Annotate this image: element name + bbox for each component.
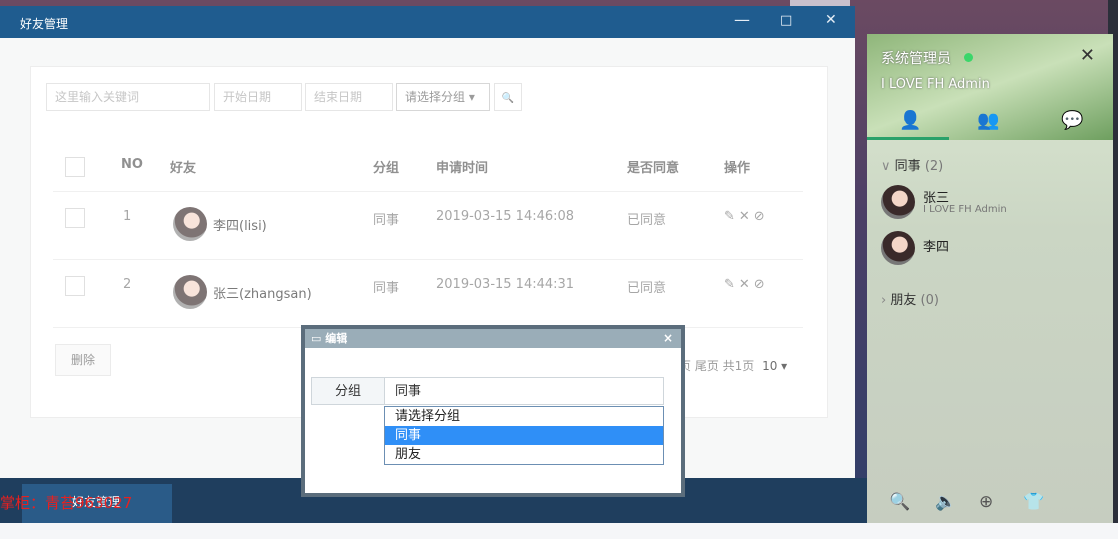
skin-icon[interactable]: 👕	[1023, 492, 1044, 512]
group-colleague[interactable]: ∨ 同事 (2)	[881, 155, 943, 174]
bottom-strip	[0, 523, 1118, 539]
friend-name: 李四	[923, 240, 950, 255]
group-count: (2)	[924, 159, 944, 174]
chat-header: 系统管理员 I LOVE FH Admin ✕ 👤 👥 💬	[867, 34, 1113, 140]
group-options-list: 请选择分组 同事 朋友	[384, 406, 664, 465]
avatar	[881, 185, 915, 219]
chevron-down-icon: ∨	[881, 159, 891, 174]
option-placeholder[interactable]: 请选择分组	[385, 407, 663, 426]
friends-tab-icon[interactable]: 👤	[899, 110, 921, 131]
option-friend[interactable]: 朋友	[385, 445, 663, 464]
window-titlebar[interactable]: 好友管理 — □ ✕	[0, 6, 855, 38]
close-icon[interactable]: ✕	[825, 12, 837, 28]
group-field-select[interactable]: 同事	[384, 377, 664, 405]
window-title: 好友管理	[20, 17, 69, 31]
group-name: 朋友	[890, 293, 917, 308]
chat-tabs: 👤 👥 💬	[867, 108, 1113, 140]
edit-dialog: ▭ 编辑 × 分组 同事 请选择分组 同事 朋友	[301, 325, 685, 497]
group-count: (0)	[920, 293, 939, 308]
active-tab-indicator	[867, 137, 949, 140]
chat-toolbar: 🔍 🔈 ⊕ 👕	[867, 480, 1113, 523]
chat-panel: 系统管理员 I LOVE FH Admin ✕ 👤 👥 💬 ∨ 同事 (2) 张…	[867, 34, 1113, 523]
option-colleague[interactable]: 同事	[385, 426, 663, 445]
online-status-icon	[964, 53, 973, 62]
chat-signature[interactable]: I LOVE FH Admin	[881, 77, 990, 92]
shop-watermark-text: 掌柜：青苔963027	[0, 494, 133, 512]
dialog-titlebar[interactable]: ▭ 编辑 ×	[305, 329, 681, 348]
history-tab-icon[interactable]: 💬	[1061, 110, 1083, 131]
group-friends[interactable]: › 朋友 (0)	[881, 289, 939, 308]
search-icon[interactable]: 🔍	[889, 492, 910, 512]
sound-icon[interactable]: 🔈	[935, 492, 956, 512]
group-name: 同事	[894, 159, 921, 174]
avatar	[881, 231, 915, 265]
chevron-right-icon: ›	[881, 293, 887, 308]
minimize-icon[interactable]: —	[734, 10, 750, 29]
groups-tab-icon[interactable]: 👥	[977, 110, 999, 131]
chat-close-icon[interactable]: ✕	[1080, 45, 1095, 66]
dialog-title: ▭ 编辑	[311, 332, 348, 345]
add-icon[interactable]: ⊕	[979, 492, 993, 512]
friend-signature: I LOVE FH Admin	[923, 204, 1007, 215]
maximize-icon[interactable]: □	[780, 13, 792, 28]
dialog-close-icon[interactable]: ×	[663, 329, 673, 348]
group-field-label: 分组	[311, 377, 385, 405]
chat-user-name: 系统管理员	[881, 51, 951, 67]
